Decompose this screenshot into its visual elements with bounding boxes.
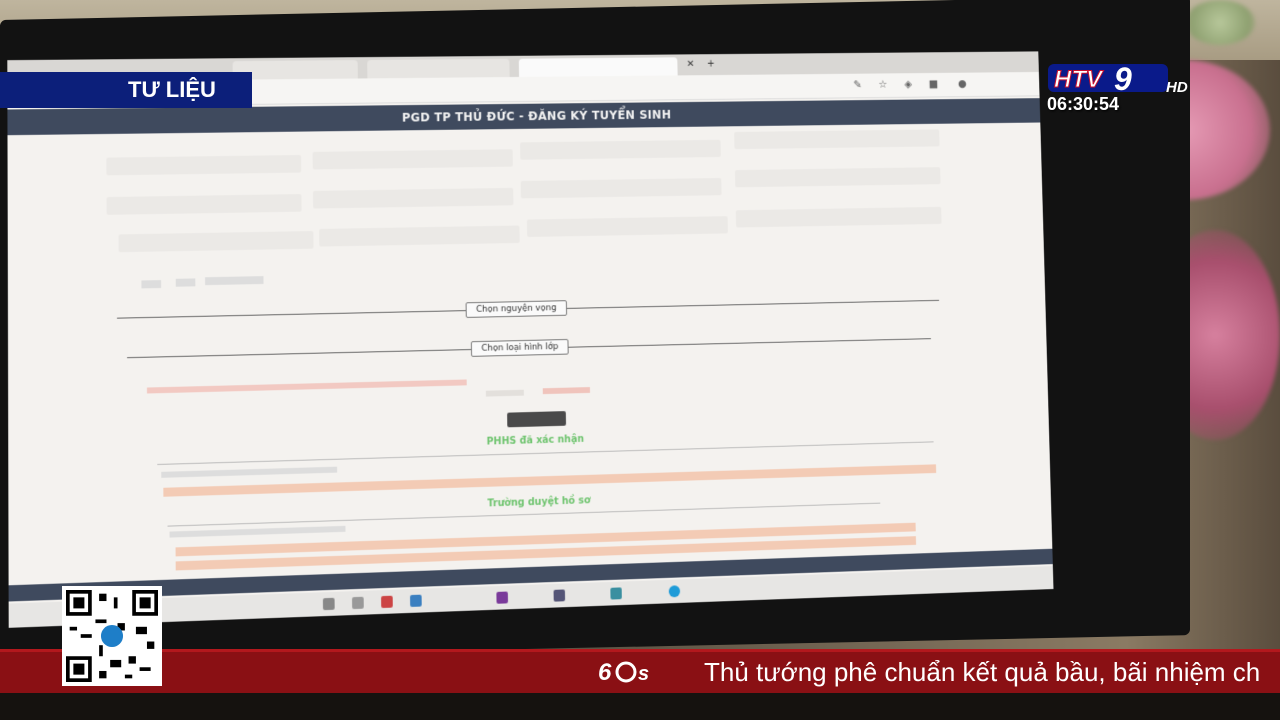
form-field[interactable] [734,167,941,188]
form-field[interactable] [106,154,302,176]
radio-option[interactable] [485,389,524,397]
choose-class-type-button[interactable]: Chọn loại hình lớp [470,338,569,357]
60s-logo: 6 s [598,659,649,686]
edge-browser-icon[interactable] [668,585,681,598]
app-icon[interactable] [553,589,566,602]
svg-text:s: s [638,663,649,685]
form-field[interactable] [319,225,520,247]
monitor-screen: ✕ + ← ↻ ✎ ☆ ◈ ■ ● PGD TP THỦ ĐỨC - ĐĂNG … [7,51,1054,628]
close-tab-icon[interactable]: ✕ [687,59,695,70]
info-line [169,525,346,538]
choose-wish-button[interactable]: Chọn nguyện vọng [465,300,567,318]
svg-text:HTV: HTV [1054,66,1104,93]
school-review-heading: Trường duyệt hồ sơ [487,495,591,510]
radio-option[interactable] [141,280,162,289]
segment-label: TƯ LIỆU [128,77,216,102]
shield-icon[interactable]: ◈ [903,78,914,90]
form-field[interactable] [734,129,940,150]
form-field[interactable] [520,139,721,160]
form-field[interactable] [312,187,514,209]
ticker-headline: Thủ tướng phê chuẩn kết quả bầu, bãi nhi… [704,657,1261,687]
notice-text [146,379,467,394]
form-field[interactable] [735,206,942,228]
star-icon[interactable]: ☆ [877,78,888,90]
form-field[interactable] [526,216,728,237]
htv9-logo: HTV 9 HD [1048,61,1188,97]
profile-icon[interactable]: ● [957,77,968,89]
browser-tab-active[interactable] [518,57,678,77]
desk-area [0,693,1280,720]
form-field[interactable] [520,177,722,199]
app-icon[interactable] [381,595,393,609]
info-line [161,466,338,478]
task-view-icon[interactable] [352,596,364,610]
pen-icon[interactable]: ✎ [852,78,863,90]
app-icon[interactable] [610,587,622,600]
qr-code [62,586,162,686]
broadcast-clock: 06:30:54 [1047,94,1120,114]
search-icon[interactable] [322,597,335,611]
form-field[interactable] [106,194,302,215]
radio-option[interactable] [205,276,264,286]
flower-bud [1185,0,1255,45]
svg-text:HD: HD [1166,79,1188,96]
radio-option[interactable] [542,387,591,395]
extension-icon[interactable]: ■ [928,78,939,90]
parent-confirmed-heading: PHHS đã xác nhận [486,433,585,448]
svg-text:6: 6 [598,659,612,686]
browser-tab[interactable] [367,58,510,79]
confirm-button[interactable] [507,411,567,428]
app-icon[interactable] [496,591,509,604]
form-field[interactable] [118,231,314,253]
svg-text:9: 9 [1114,61,1132,97]
radio-option[interactable] [175,278,196,287]
video-frame: ✕ + ← ↻ ✎ ☆ ◈ ■ ● PGD TP THỦ ĐỨC - ĐĂNG … [0,0,1280,720]
new-tab-icon[interactable]: + [707,59,715,70]
app-icon[interactable] [410,594,422,607]
form-field[interactable] [312,149,513,170]
